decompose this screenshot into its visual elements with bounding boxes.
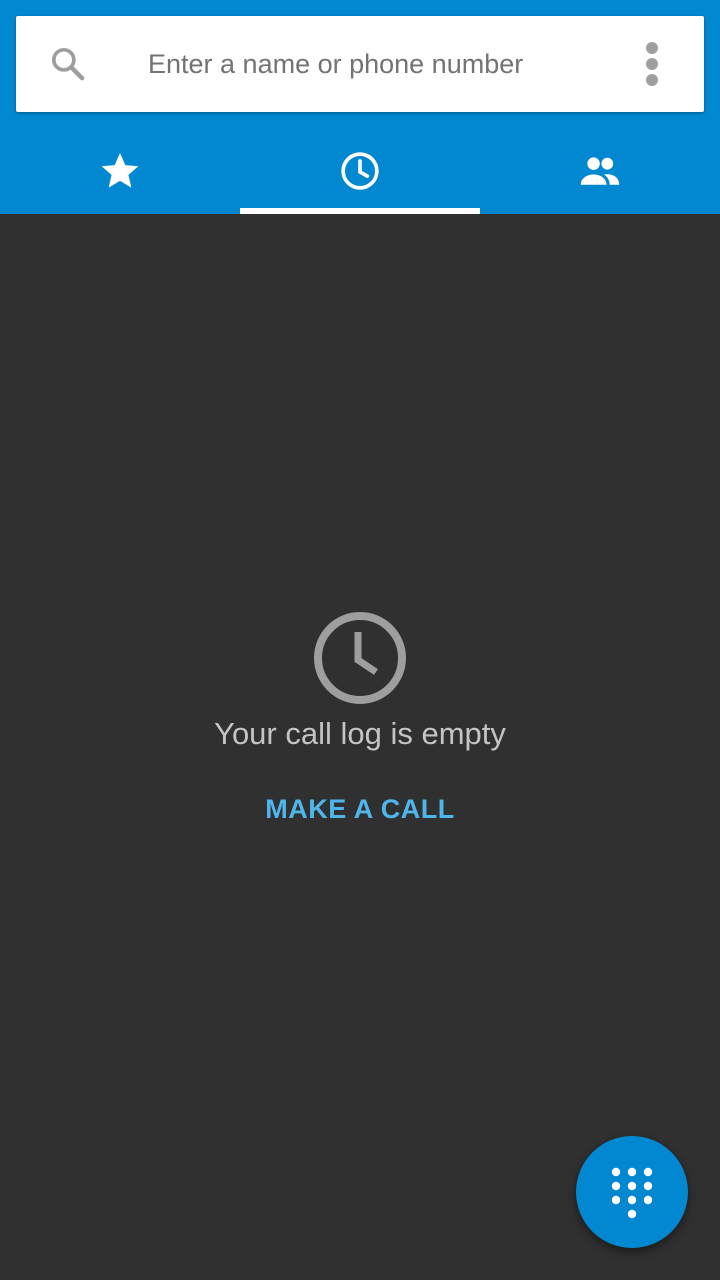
dialpad-button[interactable]	[576, 1136, 688, 1248]
clock-icon	[341, 152, 379, 190]
tab-contacts[interactable]	[480, 128, 720, 214]
dialpad-icon	[611, 1167, 653, 1219]
empty-state-message: Your call log is empty	[214, 716, 506, 751]
search-input[interactable]	[148, 38, 618, 90]
search-box[interactable]	[16, 16, 704, 112]
tab-favorites[interactable]	[0, 128, 240, 214]
clock-icon	[314, 612, 406, 704]
tab-bar	[0, 128, 720, 214]
tab-recents[interactable]	[240, 128, 480, 214]
search-icon[interactable]	[48, 44, 88, 84]
tab-selected-indicator	[240, 208, 480, 214]
make-a-call-button[interactable]: MAKE A CALL	[240, 786, 480, 832]
people-icon	[580, 157, 620, 185]
more-vert-icon[interactable]	[636, 40, 668, 88]
star-icon	[101, 153, 139, 188]
app-bar	[0, 0, 720, 214]
